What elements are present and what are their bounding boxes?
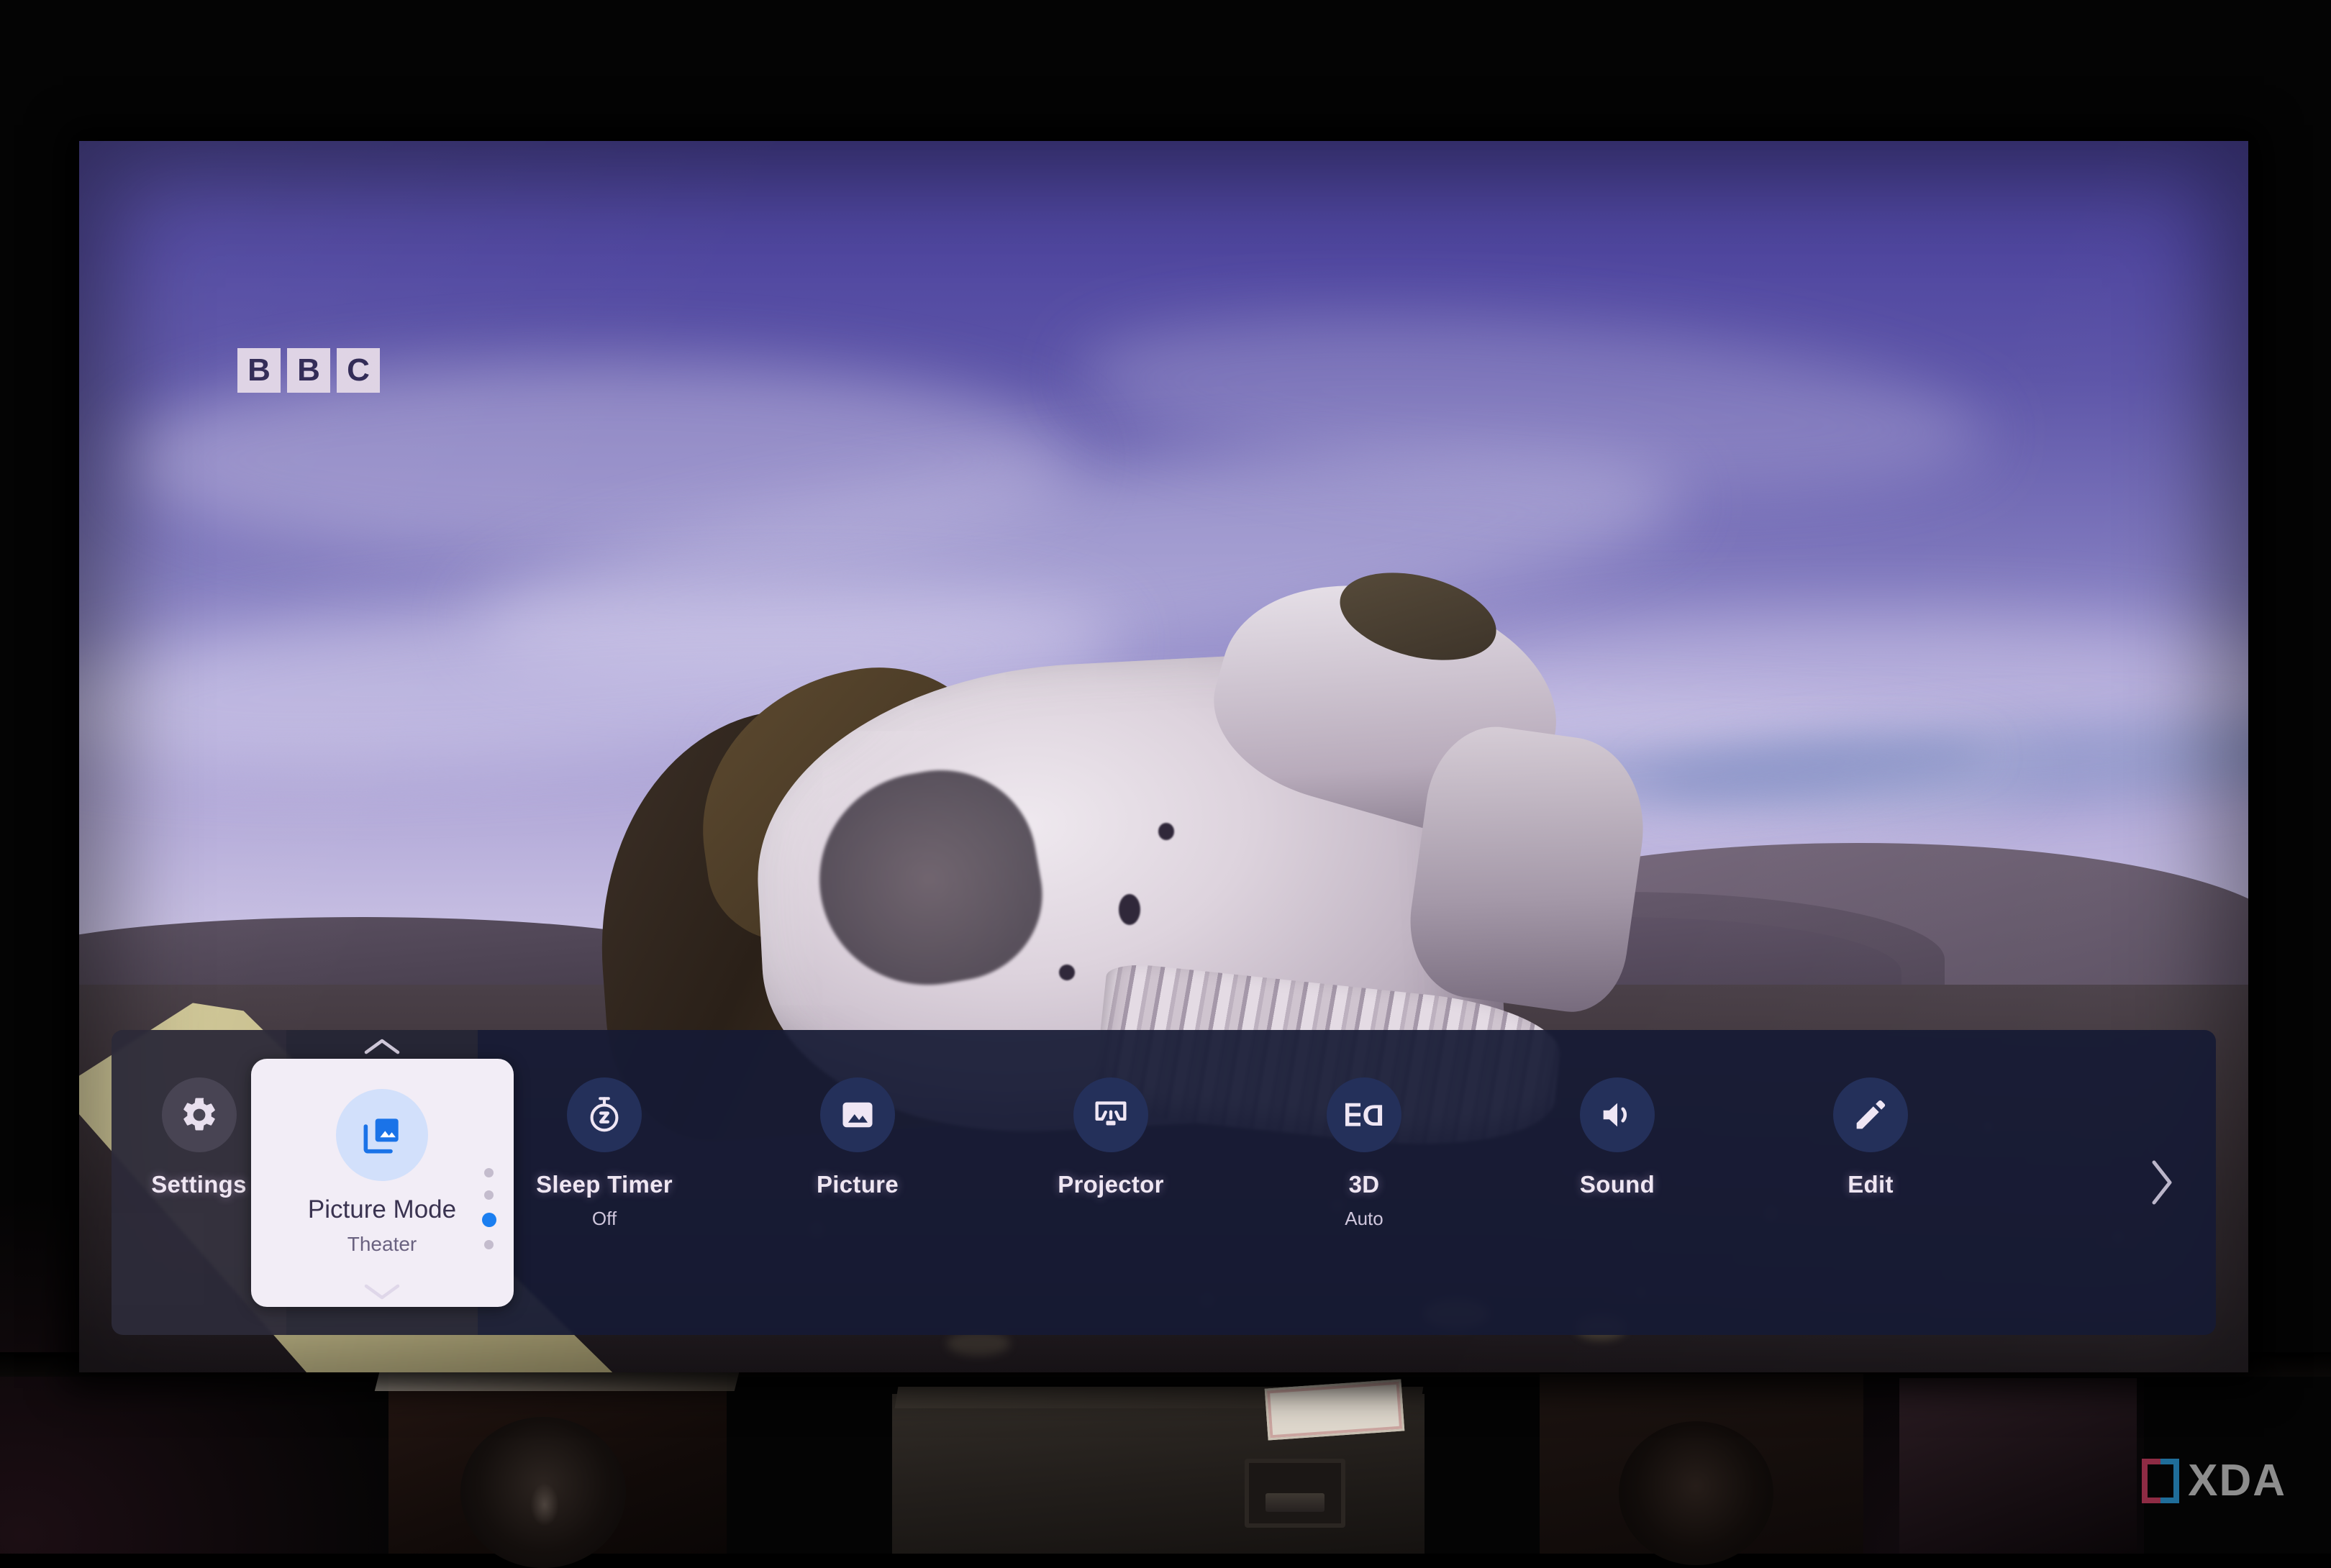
quick-setting-label: Edit bbox=[1848, 1171, 1894, 1198]
xda-bracket-right bbox=[2160, 1459, 2179, 1503]
quick-setting-label: Sound bbox=[1580, 1171, 1655, 1198]
pagination-dot[interactable] bbox=[484, 1240, 494, 1249]
speaker-right-cone bbox=[1619, 1421, 1773, 1565]
quick-setting-edit[interactable]: Edit bbox=[1744, 1030, 1997, 1198]
quick-setting-label: Projector bbox=[1058, 1171, 1164, 1198]
quick-setting-3d[interactable]: D∃ 3D Auto bbox=[1237, 1030, 1491, 1230]
skull-foramen bbox=[1059, 965, 1075, 980]
quick-setting-projector[interactable]: Projector bbox=[984, 1030, 1237, 1198]
quick-setting-picture[interactable]: Picture bbox=[731, 1030, 984, 1198]
chevron-right-icon[interactable] bbox=[2145, 1157, 2178, 1208]
bbc-letter-2: B bbox=[287, 348, 330, 393]
chevron-up-icon[interactable] bbox=[362, 1036, 402, 1057]
quick-settings-items: Settings bbox=[112, 1030, 2216, 1335]
speaker-icon bbox=[1580, 1077, 1655, 1152]
speaker-left-cone bbox=[460, 1417, 626, 1568]
xda-bracket-icon bbox=[2142, 1459, 2179, 1503]
picture-mode-card-wrapper[interactable]: Picture Mode Theater bbox=[286, 1030, 478, 1307]
book-stack-right bbox=[1899, 1378, 2137, 1554]
quick-setting-sleep-timer[interactable]: Sleep Timer Off bbox=[478, 1030, 731, 1230]
bbc-letter-3: C bbox=[337, 348, 380, 393]
quick-setting-value: Auto bbox=[1345, 1208, 1383, 1230]
bbc-channel-logo: B B C bbox=[237, 348, 380, 393]
bbc-letter-1: B bbox=[237, 348, 281, 393]
quick-setting-value: Off bbox=[592, 1208, 617, 1230]
quick-setting-label: Sleep Timer bbox=[536, 1171, 673, 1198]
gear-icon bbox=[162, 1077, 237, 1152]
3d-icon: D∃ bbox=[1327, 1077, 1401, 1152]
picture-mode-card[interactable]: Picture Mode Theater bbox=[251, 1059, 514, 1307]
picture-mode-title: Picture Mode bbox=[308, 1195, 456, 1224]
envelope bbox=[1265, 1379, 1405, 1440]
picture-icon bbox=[820, 1077, 895, 1152]
chevron-down-icon[interactable] bbox=[362, 1281, 402, 1303]
room-background: B B C Settings bbox=[0, 0, 2331, 1554]
quick-setting-label: Settings bbox=[151, 1171, 247, 1198]
picture-mode-value: Theater bbox=[347, 1233, 417, 1256]
xda-wordmark: XDA bbox=[2188, 1455, 2286, 1506]
quick-setting-label: Picture bbox=[817, 1171, 899, 1198]
furniture-below-tv bbox=[0, 1352, 2331, 1554]
picture-mode-icon bbox=[336, 1089, 428, 1181]
xda-watermark: XDA bbox=[2142, 1455, 2286, 1506]
pencil-icon bbox=[1833, 1077, 1908, 1152]
storage-trunk-latch bbox=[1245, 1459, 1345, 1528]
xda-bracket-left bbox=[2142, 1459, 2160, 1503]
sleep-timer-icon bbox=[567, 1077, 642, 1152]
quick-settings-panel: Settings bbox=[112, 1030, 2216, 1335]
quick-setting-label: 3D bbox=[1349, 1171, 1380, 1198]
projector-icon bbox=[1073, 1077, 1148, 1152]
quick-setting-sound[interactable]: Sound bbox=[1491, 1030, 1744, 1198]
tv-screen: B B C Settings bbox=[79, 141, 2248, 1372]
skull-vertebra bbox=[1400, 719, 1655, 1019]
3d-glyph: D∃ bbox=[1345, 1098, 1384, 1133]
